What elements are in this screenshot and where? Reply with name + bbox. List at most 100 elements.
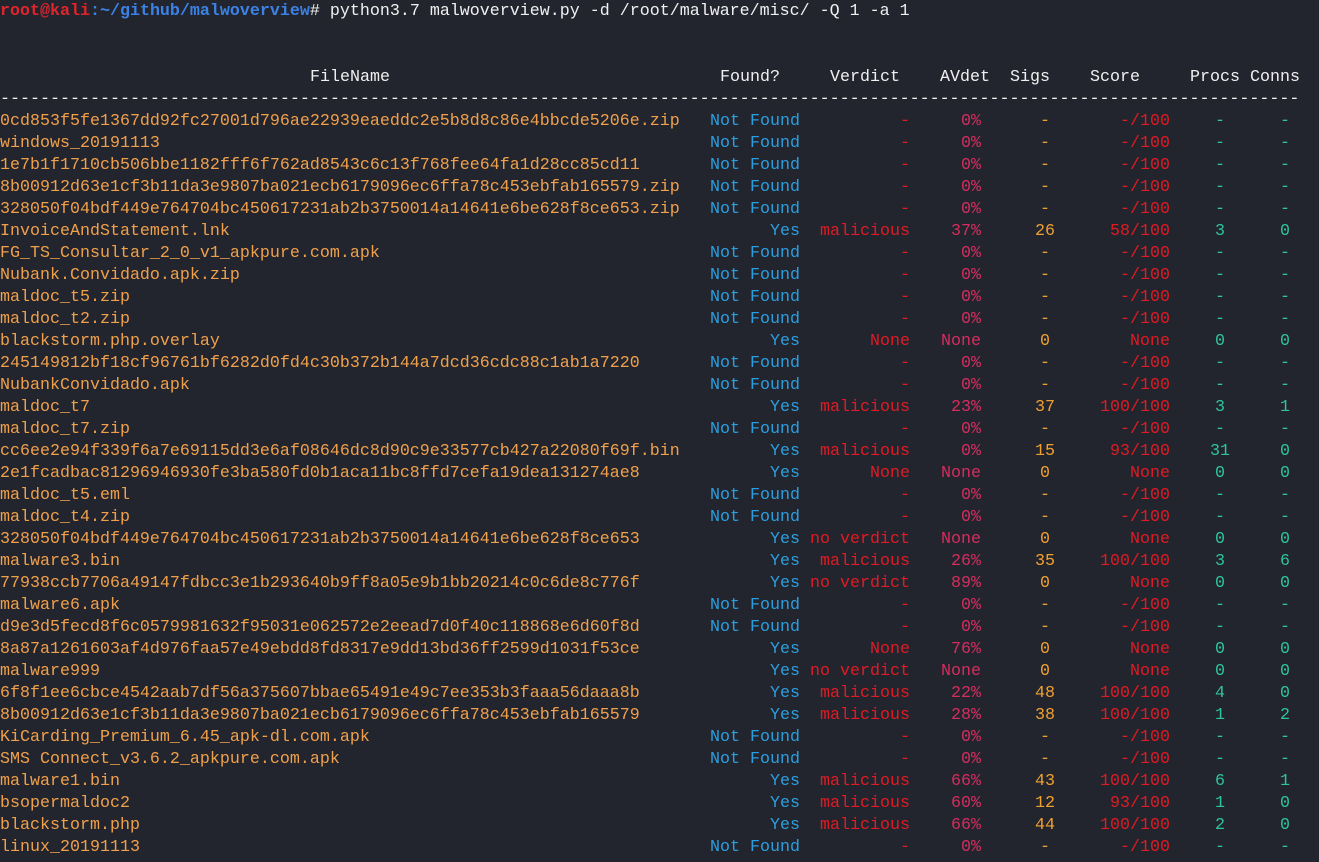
cell-verdict: - bbox=[900, 420, 910, 439]
cell-avdet: 0% bbox=[961, 596, 981, 615]
cell-file: SMS Connect_v3.6.2_apkpure.com.apk bbox=[0, 750, 340, 769]
cell-procs: 0 bbox=[1215, 574, 1225, 593]
cell-conns: 0 bbox=[1280, 530, 1290, 549]
cell-score: 100/100 bbox=[1100, 772, 1170, 791]
cell-procs: - bbox=[1215, 486, 1225, 505]
header-score: Score bbox=[1090, 68, 1140, 87]
cell-verdict: - bbox=[900, 750, 910, 769]
cell-file: maldoc_t4.zip bbox=[0, 508, 130, 527]
cell-found: Not Found bbox=[710, 618, 800, 637]
cell-found: Yes bbox=[770, 530, 800, 549]
cell-file: maldoc_t7 bbox=[0, 398, 90, 417]
cell-procs: - bbox=[1215, 310, 1225, 329]
cell-procs: 0 bbox=[1215, 530, 1225, 549]
cell-conns: 0 bbox=[1280, 574, 1290, 593]
cell-verdict: no verdict bbox=[810, 574, 910, 593]
cell-verdict: malicious bbox=[820, 816, 910, 835]
cell-conns: - bbox=[1280, 508, 1290, 527]
cell-avdet: 0% bbox=[961, 838, 981, 857]
cell-conns: - bbox=[1280, 266, 1290, 285]
cell-score: -/100 bbox=[1120, 486, 1170, 505]
cell-score: -/100 bbox=[1120, 310, 1170, 329]
cell-verdict: - bbox=[900, 178, 910, 197]
cell-procs: 2 bbox=[1215, 816, 1225, 835]
cell-procs: - bbox=[1215, 288, 1225, 307]
cell-conns: 0 bbox=[1280, 222, 1290, 241]
cell-file: maldoc_t5.zip bbox=[0, 288, 130, 307]
cell-verdict: None bbox=[870, 640, 910, 659]
cell-found: Not Found bbox=[710, 156, 800, 175]
cell-conns: 0 bbox=[1280, 662, 1290, 681]
cell-score: -/100 bbox=[1120, 750, 1170, 769]
cell-procs: 3 bbox=[1215, 552, 1225, 571]
header-filename: FileName bbox=[310, 68, 390, 87]
cell-verdict: malicious bbox=[820, 684, 910, 703]
cell-avdet: 0% bbox=[961, 134, 981, 153]
cell-found: Not Found bbox=[710, 288, 800, 307]
cell-file: bsopermaldoc2 bbox=[0, 794, 130, 813]
cell-procs: - bbox=[1215, 178, 1225, 197]
cell-found: Not Found bbox=[710, 420, 800, 439]
shell-prompt-line[interactable]: root@kali:~/github/malwoverview# python3… bbox=[0, 1, 910, 23]
cell-file: 245149812bf18cf96761bf6282d0fd4c30b372b1… bbox=[0, 354, 640, 373]
cell-file: malware6.apk bbox=[0, 596, 120, 615]
cell-score: -/100 bbox=[1120, 838, 1170, 857]
cell-found: Yes bbox=[770, 574, 800, 593]
cell-procs: - bbox=[1215, 112, 1225, 131]
cell-procs: - bbox=[1215, 156, 1225, 175]
cell-verdict: - bbox=[900, 618, 910, 637]
cell-avdet: 37% bbox=[951, 222, 981, 241]
cell-procs: 1 bbox=[1215, 794, 1225, 813]
cell-file: 328050f04bdf449e764704bc450617231ab2b375… bbox=[0, 530, 640, 549]
cell-avdet: 26% bbox=[951, 552, 981, 571]
cell-conns: - bbox=[1280, 310, 1290, 329]
cell-found: Not Found bbox=[710, 244, 800, 263]
cell-found: Not Found bbox=[710, 266, 800, 285]
cell-conns: 1 bbox=[1280, 772, 1290, 791]
cell-file: 6f8f1ee6cbce4542aab7df56a375607bbae65491… bbox=[0, 684, 640, 703]
cell-verdict: malicious bbox=[820, 222, 910, 241]
cell-verdict: - bbox=[900, 266, 910, 285]
cell-avdet: None bbox=[941, 464, 981, 483]
cell-conns: 0 bbox=[1280, 684, 1290, 703]
cell-score: -/100 bbox=[1120, 244, 1170, 263]
header-procs: Procs bbox=[1190, 68, 1240, 87]
cell-found: Not Found bbox=[710, 750, 800, 769]
cell-score: 100/100 bbox=[1100, 706, 1170, 725]
cell-procs: - bbox=[1215, 618, 1225, 637]
cell-procs: 0 bbox=[1215, 464, 1225, 483]
cell-found: Not Found bbox=[710, 486, 800, 505]
cell-avdet: 22% bbox=[951, 684, 981, 703]
cell-file: 8a87a1261603af4d976faa57e49ebdd8fd8317e9… bbox=[0, 640, 640, 659]
cell-file: 2e1fcadbac81296946930fe3ba580fd0b1aca11b… bbox=[0, 464, 640, 483]
cell-file: malware999 bbox=[0, 662, 100, 681]
cell-avdet: 0% bbox=[961, 200, 981, 219]
cell-verdict: - bbox=[900, 134, 910, 153]
cell-score: 58/100 bbox=[1110, 222, 1170, 241]
cell-conns: - bbox=[1280, 838, 1290, 857]
cell-score: -/100 bbox=[1120, 596, 1170, 615]
cell-conns: 0 bbox=[1280, 332, 1290, 351]
cell-score: -/100 bbox=[1120, 266, 1170, 285]
cell-file: 1e7b1f1710cb506bbe1182fff6f762ad8543c6c1… bbox=[0, 156, 640, 175]
cell-verdict: - bbox=[900, 310, 910, 329]
cell-file: cc6ee2e94f339f6a7e69115dd3e6af08646dc8d9… bbox=[0, 442, 680, 461]
cell-procs: - bbox=[1215, 134, 1225, 153]
cell-verdict: - bbox=[900, 112, 910, 131]
cell-score: -/100 bbox=[1120, 508, 1170, 527]
cell-conns: 0 bbox=[1280, 816, 1290, 835]
cell-score: None bbox=[1130, 332, 1170, 351]
cell-score: -/100 bbox=[1120, 156, 1170, 175]
cell-score: 100/100 bbox=[1100, 684, 1170, 703]
cell-avdet: None bbox=[941, 332, 981, 351]
cell-found: Not Found bbox=[710, 178, 800, 197]
cell-avdet: 28% bbox=[951, 706, 981, 725]
cell-conns: - bbox=[1280, 618, 1290, 637]
cell-found: Not Found bbox=[710, 354, 800, 373]
cell-conns: - bbox=[1280, 112, 1290, 131]
cell-score: -/100 bbox=[1120, 178, 1170, 197]
cell-procs: 3 bbox=[1215, 222, 1225, 241]
cell-avdet: 0% bbox=[961, 376, 981, 395]
cell-verdict: no verdict bbox=[810, 530, 910, 549]
cell-avdet: 0% bbox=[961, 244, 981, 263]
